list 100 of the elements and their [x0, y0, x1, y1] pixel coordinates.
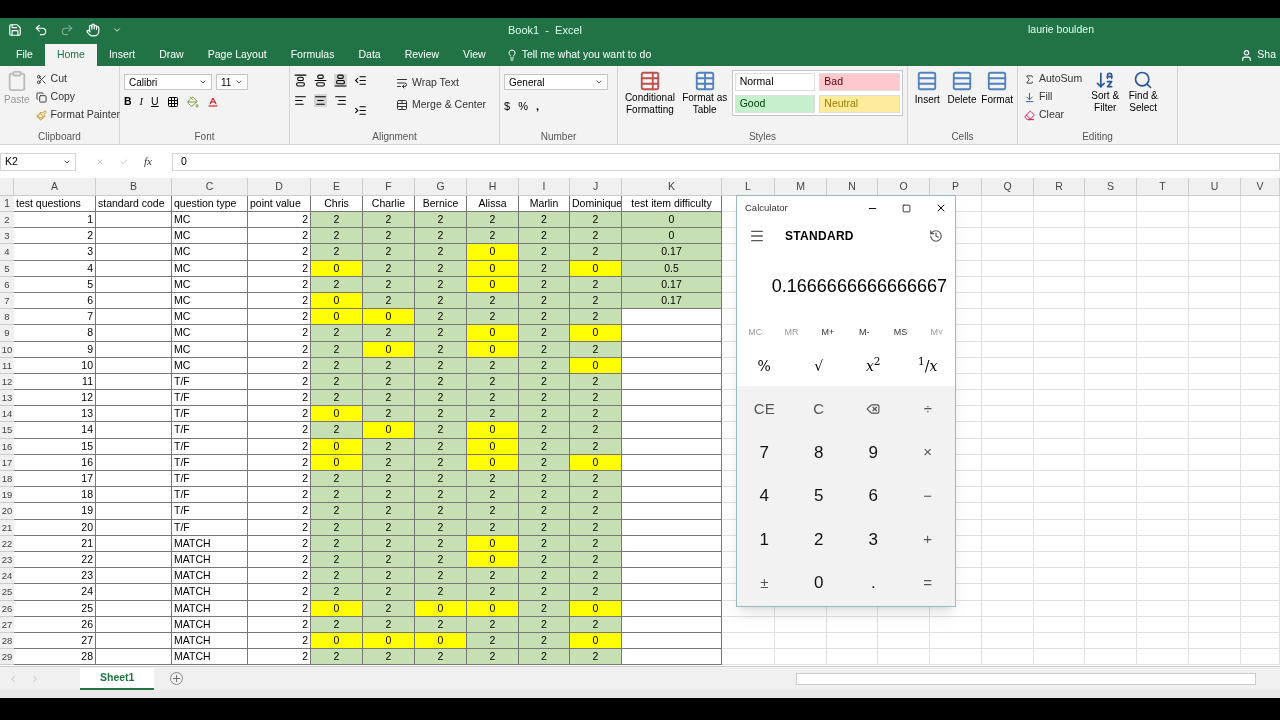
- ribbon-tab[interactable]: Insert: [96, 44, 148, 66]
- format-painter-button[interactable]: Format Painter: [33, 106, 123, 124]
- merge-center-button[interactable]: Merge & Center: [394, 96, 489, 114]
- row-header[interactable]: 24: [0, 568, 14, 585]
- row-header[interactable]: 3: [0, 228, 14, 245]
- function-key[interactable]: %: [737, 346, 792, 386]
- column-header[interactable]: A: [14, 178, 96, 195]
- row-header[interactable]: 14: [0, 406, 14, 423]
- align-right-icon[interactable]: [334, 94, 347, 107]
- operator-key[interactable]: −: [900, 475, 955, 517]
- fill-color-icon[interactable]: [186, 95, 199, 108]
- column-header[interactable]: R: [1034, 178, 1085, 195]
- row-header[interactable]: 9: [0, 325, 14, 342]
- column-header[interactable]: Q: [982, 178, 1034, 195]
- percent-button[interactable]: %: [518, 98, 528, 115]
- customize-caret-icon[interactable]: [112, 25, 122, 35]
- digit-key[interactable]: 4: [737, 475, 792, 517]
- history-icon[interactable]: [929, 229, 943, 243]
- ribbon-tab[interactable]: Formulas: [278, 44, 347, 66]
- operator-key[interactable]: =: [900, 562, 955, 604]
- underline-button[interactable]: U: [151, 94, 159, 110]
- function-key[interactable]: x$^{2}$: [846, 346, 901, 386]
- digit-key[interactable]: 3: [846, 519, 901, 560]
- column-header[interactable]: K: [622, 178, 722, 195]
- middle-align-icon[interactable]: [314, 74, 327, 87]
- row-header[interactable]: 15: [0, 422, 14, 439]
- column-header[interactable]: C: [172, 178, 248, 195]
- digit-key[interactable]: 0: [791, 562, 846, 604]
- column-header[interactable]: B: [96, 178, 172, 195]
- fill-button[interactable]: Fill: [1022, 88, 1085, 106]
- share-button[interactable]: Sha: [1240, 44, 1276, 66]
- cell-style-swatch[interactable]: Bad: [819, 73, 900, 91]
- ribbon-tab[interactable]: View: [451, 44, 498, 66]
- ribbon-tab[interactable]: Data: [346, 44, 393, 66]
- find-select-button[interactable]: Find & Select: [1126, 70, 1161, 130]
- column-header[interactable]: G: [415, 178, 467, 195]
- row-header[interactable]: 19: [0, 487, 14, 504]
- conditional-formatting-button[interactable]: Conditional Formatting: [622, 70, 678, 130]
- increase-indent-icon[interactable]: [354, 104, 367, 117]
- horizontal-scrollbar[interactable]: [796, 672, 1256, 685]
- digit-key[interactable]: 7: [737, 432, 792, 473]
- memory-button[interactable]: M+: [810, 326, 845, 340]
- column-header[interactable]: J: [570, 178, 622, 195]
- function-key[interactable]: √: [791, 346, 846, 386]
- row-header[interactable]: 18: [0, 471, 14, 488]
- name-box[interactable]: K2: [0, 152, 76, 171]
- operator-key[interactable]: ×: [900, 432, 955, 473]
- cells-button[interactable]: Delete: [946, 70, 978, 130]
- row-header[interactable]: 1: [0, 196, 14, 212]
- borders-icon[interactable]: [166, 95, 179, 108]
- cells-button[interactable]: Format: [981, 70, 1013, 130]
- operator-key[interactable]: CE: [737, 388, 792, 430]
- bold-button[interactable]: B: [124, 94, 132, 110]
- font-size-field[interactable]: 11: [216, 74, 248, 90]
- column-header[interactable]: T: [1137, 178, 1189, 195]
- row-header[interactable]: 13: [0, 390, 14, 407]
- save-icon[interactable]: [8, 23, 22, 37]
- memory-button[interactable]: MS: [883, 326, 918, 340]
- wrap-text-button[interactable]: Wrap Text: [394, 74, 489, 92]
- digit-key[interactable]: 9: [846, 432, 901, 473]
- column-header[interactable]: S: [1085, 178, 1137, 195]
- top-align-icon[interactable]: [294, 74, 307, 87]
- memory-button[interactable]: M-: [847, 326, 882, 340]
- clear-button[interactable]: Clear: [1022, 106, 1085, 124]
- column-header[interactable]: D: [248, 178, 311, 195]
- digit-key[interactable]: 2: [791, 519, 846, 560]
- column-header[interactable]: U: [1189, 178, 1241, 195]
- digit-key[interactable]: 5: [791, 475, 846, 517]
- cut-button[interactable]: Cut: [33, 70, 123, 88]
- sheet-tab[interactable]: Sheet1: [80, 667, 155, 690]
- touch-mode-icon[interactable]: [86, 23, 100, 37]
- format-as-table-button[interactable]: Format as Table: [681, 70, 728, 130]
- row-header[interactable]: 2: [0, 212, 14, 229]
- align-center-icon[interactable]: [314, 94, 327, 107]
- tell-me-field[interactable]: Tell me what you want to do: [521, 47, 652, 63]
- maximize-icon[interactable]: [902, 203, 911, 213]
- function-key[interactable]: $^{1}$/x: [900, 346, 955, 386]
- ribbon-tab[interactable]: Draw: [147, 44, 196, 66]
- decrease-indent-icon[interactable]: [354, 74, 367, 87]
- bottom-align-icon[interactable]: [334, 74, 347, 87]
- currency-button[interactable]: $: [504, 98, 511, 115]
- row-header[interactable]: 20: [0, 503, 14, 520]
- digit-key[interactable]: .: [846, 562, 901, 604]
- ribbon-tab[interactable]: Page Layout: [195, 44, 279, 66]
- close-icon[interactable]: [935, 202, 947, 214]
- menu-icon[interactable]: [749, 228, 765, 244]
- align-left-icon[interactable]: [294, 94, 307, 107]
- operator-key[interactable]: ±: [737, 562, 792, 604]
- column-header[interactable]: H: [467, 178, 519, 195]
- sort-filter-button[interactable]: Sort & Filter: [1088, 70, 1123, 130]
- cells-button[interactable]: Insert: [912, 70, 943, 130]
- autosum-button[interactable]: AutoSum: [1022, 70, 1085, 88]
- ribbon-tab[interactable]: Home: [44, 44, 97, 66]
- formula-field[interactable]: 0: [172, 152, 1280, 171]
- operator-key[interactable]: ÷: [900, 388, 955, 430]
- undo-icon[interactable]: [34, 23, 48, 37]
- cell-style-swatch[interactable]: Normal: [734, 73, 816, 91]
- row-header[interactable]: 4: [0, 244, 14, 261]
- digit-key[interactable]: 8: [791, 432, 846, 473]
- ribbon-tab[interactable]: File: [4, 44, 45, 66]
